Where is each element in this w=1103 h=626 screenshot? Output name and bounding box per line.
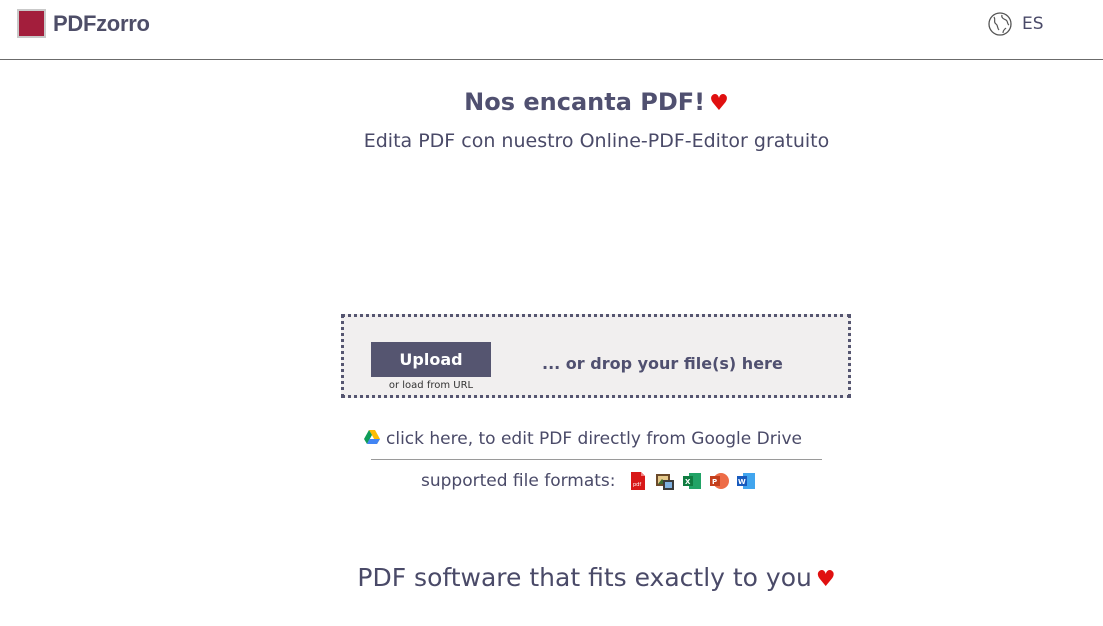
footer-tagline-text: PDF software that fits exactly to you xyxy=(357,563,812,592)
svg-text:P: P xyxy=(712,478,717,486)
google-drive-icon xyxy=(364,429,386,449)
heart-icon: ♥ xyxy=(815,567,836,592)
upload-button[interactable]: Upload xyxy=(371,342,491,377)
site-logo[interactable]: PDFzorro xyxy=(17,9,150,38)
drop-files-text: ... or drop your file(s) here xyxy=(542,354,783,373)
supported-formats-label: supported file formats: xyxy=(421,471,616,491)
page-title-text: Nos encanta PDF! xyxy=(464,88,706,116)
page-subtitle: Edita PDF con nuestro Online-PDF-Editor … xyxy=(363,130,830,152)
pdf-file-icon: pdf xyxy=(628,471,648,491)
load-from-url-link[interactable]: or load from URL xyxy=(371,380,491,391)
globe-icon xyxy=(988,12,1012,36)
file-dropzone[interactable]: Upload or load from URL ... or drop your… xyxy=(341,314,851,398)
powerpoint-file-icon: P xyxy=(709,471,729,491)
word-file-icon: W xyxy=(736,471,756,491)
excel-file-icon: X xyxy=(682,471,702,491)
language-label: ES xyxy=(1022,14,1044,34)
divider xyxy=(371,459,822,460)
language-selector[interactable]: ES xyxy=(988,12,1044,36)
supported-formats: supported file formats: pdf X P W xyxy=(421,471,763,491)
page-title: Nos encanta PDF! ♥ xyxy=(0,88,1103,116)
heart-icon: ♥ xyxy=(709,91,729,116)
logo-text: PDFzorro xyxy=(53,10,150,36)
svg-text:pdf: pdf xyxy=(633,482,641,488)
google-drive-label: click here, to edit PDF directly from Go… xyxy=(386,429,802,449)
image-file-icon xyxy=(655,471,675,491)
google-drive-link[interactable]: click here, to edit PDF directly from Go… xyxy=(364,429,802,449)
footer-tagline: PDF software that fits exactly to you ♥ xyxy=(0,563,1103,592)
svg-text:W: W xyxy=(738,478,746,486)
logo-mark-icon xyxy=(17,9,46,38)
site-header: PDFzorro ES xyxy=(0,0,1103,60)
svg-text:X: X xyxy=(685,478,691,486)
